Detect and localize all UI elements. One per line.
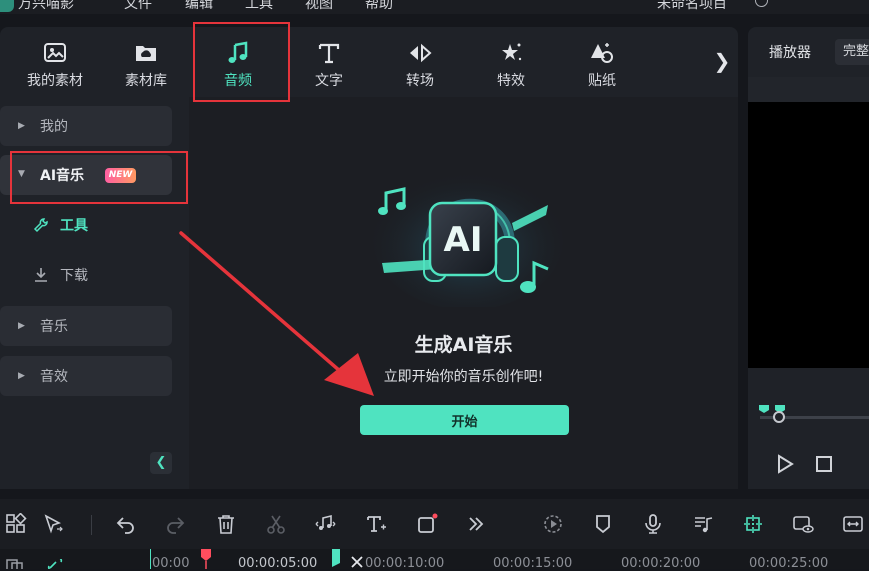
sidebar-item-tools[interactable]: 工具 bbox=[0, 205, 172, 245]
expand-triangle-icon: ▶ bbox=[18, 121, 25, 131]
preview-clip-icon[interactable] bbox=[792, 513, 814, 535]
tab-label: 特效 bbox=[497, 73, 525, 89]
collapse-sidebar-button[interactable]: ❮ bbox=[150, 452, 172, 474]
menu-help[interactable]: 帮助 bbox=[365, 0, 393, 13]
ai-art-text: AI bbox=[444, 220, 483, 260]
check-status-icon bbox=[755, 0, 768, 7]
sidebar-item-label: 音乐 bbox=[40, 319, 68, 335]
player-tab[interactable]: 播放器 bbox=[769, 42, 811, 62]
start-button[interactable]: 开始 bbox=[360, 405, 569, 435]
link-icon[interactable] bbox=[47, 559, 65, 569]
split-scissors-icon bbox=[265, 513, 287, 535]
sidebar-item-download[interactable]: 下载 bbox=[0, 255, 172, 295]
wrench-icon bbox=[33, 218, 48, 233]
audio-list-icon[interactable] bbox=[692, 513, 714, 535]
app-logo-icon bbox=[0, 0, 14, 12]
tab-text[interactable]: 文字 bbox=[283, 27, 375, 97]
menu-file[interactable]: 文件 bbox=[124, 0, 152, 13]
ai-headphones-illustration: AI bbox=[373, 170, 563, 307]
play-icon[interactable] bbox=[775, 453, 795, 475]
toolbar-divider bbox=[91, 515, 92, 535]
tab-label: 素材库 bbox=[125, 73, 167, 89]
sidebar-item-label: 工具 bbox=[60, 218, 88, 234]
menu-tools[interactable]: 工具 bbox=[245, 0, 273, 13]
tab-label: 贴纸 bbox=[588, 73, 616, 89]
expand-triangle-icon: ▶ bbox=[18, 321, 25, 331]
more-tools-chevron-icon[interactable] bbox=[465, 513, 487, 535]
layout-grid-icon[interactable] bbox=[5, 512, 27, 535]
cloud-folder-icon bbox=[136, 46, 156, 61]
quality-dropdown[interactable]: 完整 bbox=[835, 39, 869, 65]
effects-icon bbox=[502, 43, 522, 61]
menu-view[interactable]: 视图 bbox=[305, 0, 333, 13]
tab-transition[interactable]: 转场 bbox=[374, 27, 466, 97]
tab-label: 文字 bbox=[315, 73, 343, 89]
tab-my-media[interactable]: 我的素材 bbox=[9, 27, 101, 97]
download-icon bbox=[35, 268, 47, 282]
app-name: 万兴喵影 bbox=[18, 0, 74, 12]
delete-icon[interactable] bbox=[215, 513, 237, 535]
sidebar-item-label: 音效 bbox=[40, 369, 68, 385]
tabs-next-chevron-icon[interactable]: ❯ bbox=[710, 45, 734, 77]
annotation-arrow bbox=[179, 231, 374, 396]
stop-icon[interactable] bbox=[816, 456, 832, 472]
playhead-marker[interactable] bbox=[201, 549, 211, 569]
tab-label: 我的素材 bbox=[27, 73, 83, 89]
sidebar-item-label: 下载 bbox=[60, 268, 88, 284]
video-preview bbox=[748, 102, 869, 368]
render-preview-icon[interactable] bbox=[542, 513, 564, 535]
menu-bar: 万兴喵影 文件 编辑 工具 视图 帮助 未命名项目 bbox=[0, 0, 869, 14]
menu-edit[interactable]: 编辑 bbox=[185, 0, 213, 13]
player-subbar bbox=[748, 77, 869, 102]
media-icon bbox=[44, 43, 66, 62]
clip-end-marker[interactable] bbox=[332, 549, 342, 569]
sidebar-item-sfx[interactable]: ▶ 音效 bbox=[0, 356, 172, 396]
crop-shape-icon[interactable] bbox=[416, 513, 438, 535]
highlight-audio-tab bbox=[193, 22, 290, 102]
project-name: 未命名项目 bbox=[657, 0, 727, 12]
timeline-start-line bbox=[150, 549, 151, 569]
scrub-knob[interactable] bbox=[773, 411, 785, 423]
tab-label: 转场 bbox=[406, 73, 434, 89]
fit-timeline-icon[interactable] bbox=[842, 513, 864, 535]
select-pointer-icon[interactable] bbox=[42, 513, 64, 535]
close-icon[interactable] bbox=[350, 555, 364, 569]
sticker-icon bbox=[591, 43, 613, 63]
add-text-icon[interactable] bbox=[365, 513, 387, 535]
tab-stickers[interactable]: 贴纸 bbox=[556, 27, 648, 97]
tab-library[interactable]: 素材库 bbox=[100, 27, 192, 97]
transition-icon bbox=[410, 43, 432, 63]
undo-icon[interactable] bbox=[115, 513, 137, 535]
marker-icon[interactable] bbox=[592, 513, 614, 535]
tab-effects[interactable]: 特效 bbox=[465, 27, 557, 97]
sidebar-item-mine[interactable]: ▶ 我的 bbox=[0, 106, 172, 146]
snap-align-icon[interactable] bbox=[742, 513, 764, 535]
microphone-icon[interactable] bbox=[642, 513, 664, 535]
expand-triangle-icon: ▶ bbox=[18, 371, 25, 381]
redo-icon bbox=[164, 513, 186, 535]
audio-edit-icon[interactable] bbox=[314, 513, 336, 535]
track-manager-icon[interactable] bbox=[6, 559, 24, 569]
sidebar-item-music[interactable]: ▶ 音乐 bbox=[0, 306, 172, 346]
media-tabs: 我的素材 素材库 音频 文字 转场 特效 贴纸 ❯ bbox=[0, 27, 738, 97]
sidebar-item-label: 我的 bbox=[40, 119, 68, 135]
text-icon bbox=[318, 43, 340, 64]
highlight-ai-music bbox=[10, 151, 188, 204]
